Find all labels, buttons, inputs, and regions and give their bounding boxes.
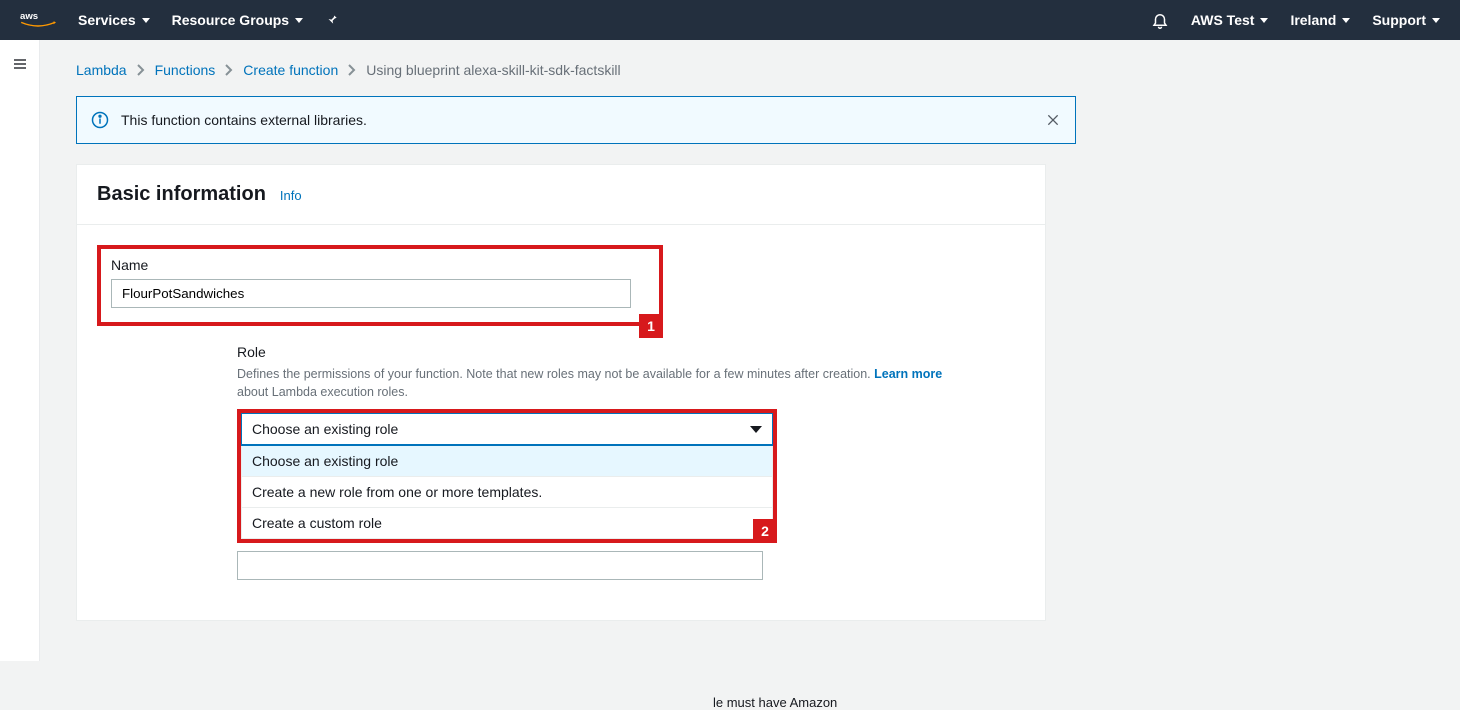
top-nav-left: aws Services Resource Groups xyxy=(20,0,339,40)
pin-icon[interactable] xyxy=(325,12,339,29)
policy-template-input[interactable] xyxy=(237,551,763,580)
nav-resource-groups[interactable]: Resource Groups xyxy=(172,12,303,28)
obscured-hint-text: le must have Amazon xyxy=(713,695,837,710)
role-desc-post: about Lambda execution roles. xyxy=(237,385,408,399)
role-section: Role Defines the permissions of your fun… xyxy=(237,344,1025,580)
panel-header: Basic information Info xyxy=(77,165,1045,225)
nav-services[interactable]: Services xyxy=(78,12,150,28)
role-desc-pre: Defines the permissions of your function… xyxy=(237,367,874,381)
main-area: Lambda Functions Create function Using b… xyxy=(40,40,1460,661)
nav-support[interactable]: Support xyxy=(1372,12,1440,28)
nav-services-label: Services xyxy=(78,12,136,28)
role-description: Defines the permissions of your function… xyxy=(237,366,1025,401)
top-nav-right: AWS Test Ireland Support xyxy=(1151,11,1440,29)
close-banner-button[interactable] xyxy=(1045,112,1061,128)
role-learn-more-link[interactable]: Learn more xyxy=(874,367,942,381)
breadcrumb: Lambda Functions Create function Using b… xyxy=(76,56,1424,96)
notifications-icon[interactable] xyxy=(1151,11,1169,29)
nav-region-label: Ireland xyxy=(1290,12,1336,28)
nav-resource-groups-label: Resource Groups xyxy=(172,12,289,28)
nav-account-label: AWS Test xyxy=(1191,12,1255,28)
role-select-highlight: Choose an existing role Choose an existi… xyxy=(237,409,777,543)
role-option-template[interactable]: Create a new role from one or more templ… xyxy=(241,477,773,508)
caret-down-icon xyxy=(295,18,303,23)
info-banner-message: This function contains external librarie… xyxy=(121,112,1045,128)
nav-region[interactable]: Ireland xyxy=(1290,12,1350,28)
breadcrumb-current: Using blueprint alexa-skill-kit-sdk-fact… xyxy=(366,62,620,78)
role-select-trigger[interactable]: Choose an existing role xyxy=(241,413,773,446)
chevron-right-icon xyxy=(348,64,356,76)
panel-title: Basic information xyxy=(97,183,266,206)
role-option-custom[interactable]: Create a custom role xyxy=(241,508,773,539)
role-option-existing[interactable]: Choose an existing role xyxy=(241,446,773,477)
role-label: Role xyxy=(237,344,1025,360)
top-nav: aws Services Resource Groups AWS Test Ir… xyxy=(0,0,1460,40)
caret-down-icon xyxy=(1342,18,1350,23)
breadcrumb-create-function[interactable]: Create function xyxy=(243,62,338,78)
nav-account[interactable]: AWS Test xyxy=(1191,12,1269,28)
panel-body: Name 1 Role Defines the permissions of y… xyxy=(77,225,1045,620)
side-strip xyxy=(0,40,40,661)
aws-logo-icon: aws xyxy=(20,9,56,31)
basic-info-panel: Basic information Info Name 1 Role Defin… xyxy=(76,164,1046,621)
role-select-value: Choose an existing role xyxy=(252,421,398,437)
name-label: Name xyxy=(111,257,649,273)
info-icon xyxy=(91,111,109,129)
nav-support-label: Support xyxy=(1372,12,1426,28)
info-banner: This function contains external librarie… xyxy=(76,96,1076,144)
breadcrumb-lambda[interactable]: Lambda xyxy=(76,62,127,78)
svg-text:aws: aws xyxy=(20,11,38,22)
aws-logo[interactable]: aws xyxy=(20,0,56,40)
callout-badge-1: 1 xyxy=(639,314,663,338)
callout-badge-2: 2 xyxy=(753,519,777,543)
triangle-down-icon xyxy=(750,426,762,433)
caret-down-icon xyxy=(1432,18,1440,23)
breadcrumb-functions[interactable]: Functions xyxy=(155,62,216,78)
chevron-right-icon xyxy=(137,64,145,76)
caret-down-icon xyxy=(1260,18,1268,23)
policy-template-field xyxy=(237,551,1025,580)
name-field-highlight: Name 1 xyxy=(97,245,663,326)
hamburger-menu-icon[interactable] xyxy=(12,56,28,661)
name-input[interactable] xyxy=(111,279,631,308)
panel-info-link[interactable]: Info xyxy=(280,188,302,203)
chevron-right-icon xyxy=(225,64,233,76)
caret-down-icon xyxy=(142,18,150,23)
